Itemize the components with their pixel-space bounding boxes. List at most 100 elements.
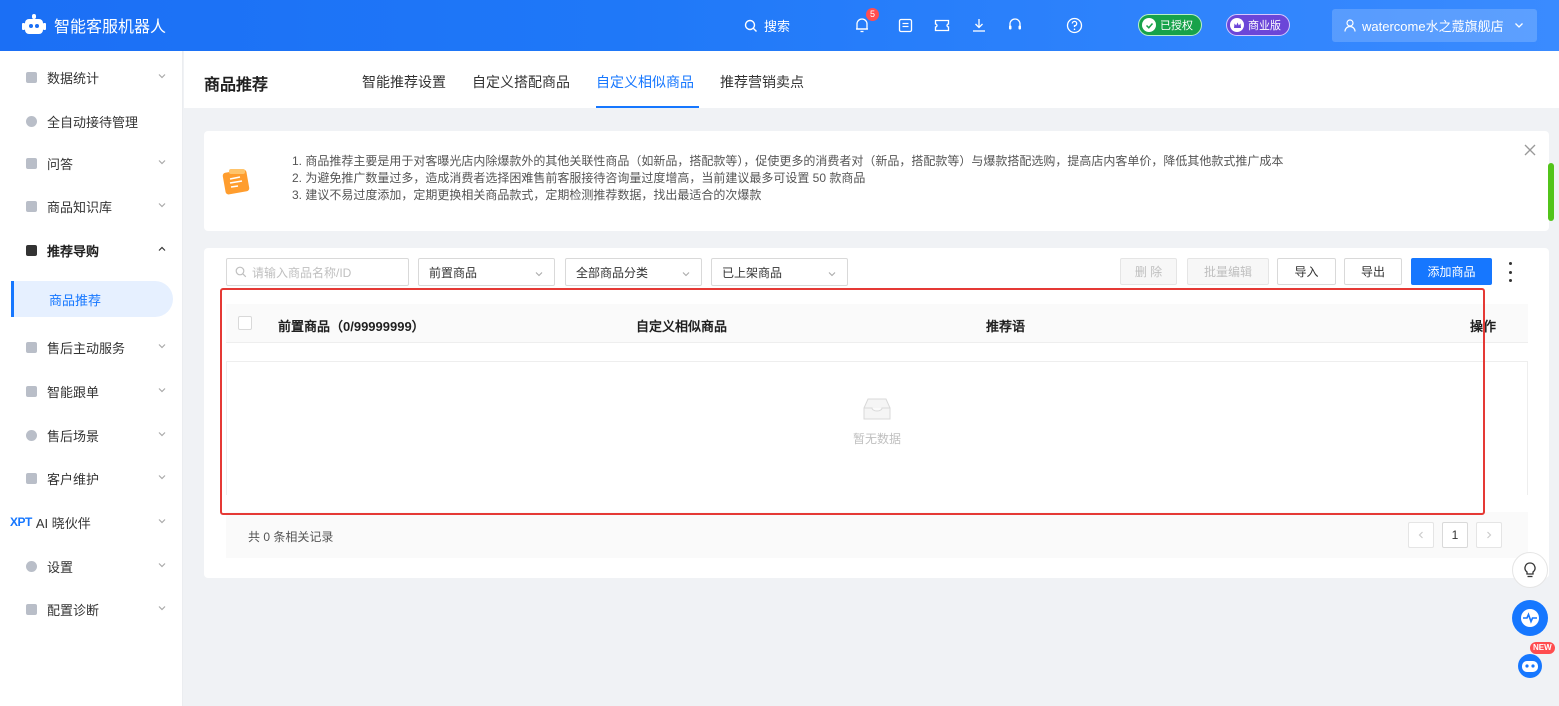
sidebar-item-label: 推荐导购 (47, 243, 100, 259)
sidebar-item-label: 售后主动服务 (47, 340, 126, 356)
sidebar-item-product-kb[interactable]: 商品知识库 (0, 188, 183, 224)
export-button[interactable]: 导出 (1344, 258, 1402, 285)
page-number-button[interactable]: 1 (1442, 522, 1468, 548)
heartbeat-icon (1521, 609, 1539, 627)
add-product-button[interactable]: 添加商品 (1411, 258, 1492, 285)
search-icon (744, 19, 757, 32)
list-icon (898, 18, 912, 32)
sidebar: 数据统计 全自动接待管理 问答 商品知识库 推荐导购 商品推荐 售后主动服务 智… (0, 51, 183, 706)
download-button[interactable] (969, 15, 989, 35)
service-icon (26, 341, 37, 353)
sidebar-item-data-stats[interactable]: 数据统计 (0, 59, 183, 95)
sidebar-item-label: 商品知识库 (47, 199, 113, 215)
sidebar-item-smart-followup[interactable]: 智能跟单 (0, 373, 183, 409)
select-value: 已上架商品 (722, 265, 783, 280)
empty-state: 暂无数据 (227, 396, 1527, 447)
chevron-down-icon (682, 272, 690, 277)
sidebar-item-ai-partner[interactable]: XPT AI 晓伙伴 (0, 504, 183, 540)
empty-text: 暂无数据 (852, 432, 901, 446)
listing-status-select[interactable]: 已上架商品 (711, 258, 848, 286)
table-header: 前置商品（0/99999999） 自定义相似商品 推荐语 操作 (226, 304, 1528, 343)
chevron-down-icon (158, 475, 166, 480)
sidebar-item-qa[interactable]: 问答 (0, 145, 183, 181)
headset-icon (1009, 18, 1021, 30)
more-icon[interactable] (1505, 262, 1515, 282)
sidebar-item-config-diagnosis[interactable]: 配置诊断 (0, 591, 183, 627)
search-icon (235, 266, 247, 278)
chevron-down-icon (158, 344, 166, 349)
help-icon (1066, 17, 1082, 33)
customer-icon (26, 472, 37, 484)
tab-marketing-points[interactable]: 推荐营销卖点 (720, 72, 804, 92)
column-header: 推荐语 (986, 319, 1026, 334)
sidebar-item-customer-care[interactable]: 客户维护 (0, 460, 183, 496)
download-icon (973, 19, 985, 32)
chevron-down-icon (158, 74, 166, 79)
sidebar-item-after-sale-scene[interactable]: 售后场景 (0, 417, 183, 453)
column-header: 自定义相似商品 (636, 319, 728, 334)
authorized-label: 已授权 (1160, 20, 1193, 32)
chevron-left-icon (1418, 531, 1423, 539)
gear-icon (26, 560, 37, 572)
import-button[interactable]: 导入 (1277, 258, 1336, 285)
close-icon[interactable] (1523, 143, 1537, 157)
help-button[interactable] (1064, 15, 1084, 35)
user-menu[interactable]: watercome水之蔻旗舰店 (1332, 9, 1537, 42)
next-page-button[interactable] (1476, 522, 1502, 548)
sidebar-item-label: 售后场景 (47, 428, 100, 444)
delete-button[interactable]: 删 除 (1120, 258, 1177, 285)
ticket-button[interactable] (932, 15, 952, 35)
chevron-up-icon (158, 246, 166, 251)
notification-count-badge: 5 (866, 8, 879, 21)
global-search-button[interactable]: 搜索 (744, 16, 790, 35)
authorized-badge[interactable]: 已授权 (1138, 14, 1202, 36)
tab-smart-recommend-settings[interactable]: 智能推荐设置 (362, 72, 446, 92)
tab-custom-matching[interactable]: 自定义搭配商品 (472, 72, 570, 92)
sidebar-item-label: 配置诊断 (47, 602, 100, 618)
prev-page-button[interactable] (1408, 522, 1434, 548)
info-notice: 1. 商品推荐主要是用于对客曝光店内除爆款外的其他关联性商品（如新品，搭配款等）… (204, 131, 1549, 231)
sidebar-item-label: 智能跟单 (47, 384, 100, 400)
chevron-down-icon (158, 432, 166, 437)
app-title: 智能客服机器人 (54, 19, 167, 36)
product-search-input[interactable]: 请输入商品名称/ID (226, 258, 409, 286)
sidebar-item-settings[interactable]: 设置 (0, 548, 183, 584)
edition-badge[interactable]: 商业版 (1226, 14, 1290, 36)
scrollbar-thumb[interactable] (1548, 163, 1554, 221)
sidebar-item-label: 数据统计 (47, 70, 100, 86)
chevron-down-icon (158, 388, 166, 393)
document-icon (26, 385, 37, 397)
diagnosis-icon (26, 603, 37, 615)
task-list-button[interactable] (895, 15, 915, 35)
chevron-down-icon (1515, 23, 1523, 28)
select-value: 全部商品分类 (576, 265, 649, 280)
sidebar-item-recommend-guide[interactable]: 推荐导购 (0, 232, 183, 268)
search-label: 搜索 (764, 19, 791, 34)
active-tab-indicator (596, 106, 699, 108)
category-select[interactable]: 全部商品分类 (565, 258, 702, 286)
table-body: 暂无数据 (226, 361, 1528, 495)
top-bar: 智能客服机器人 搜索 5 已授权 商业版 watercome水之蔻旗舰店 (0, 0, 1559, 51)
tab-custom-similar[interactable]: 自定义相似商品 (596, 72, 694, 92)
tips-button[interactable] (1512, 552, 1548, 588)
customer-service-button[interactable] (1005, 15, 1025, 35)
sidebar-item-auto-reception[interactable]: 全自动接待管理 (0, 103, 183, 139)
product-panel: 请输入商品名称/ID 前置商品 全部商品分类 已上架商品 删 除 批量编辑 导入… (204, 248, 1549, 578)
select-value: 前置商品 (429, 265, 478, 280)
select-all-checkbox[interactable] (238, 316, 252, 330)
batch-edit-button[interactable]: 批量编辑 (1187, 258, 1269, 285)
robot-logo-icon (22, 14, 46, 36)
app-logo[interactable]: 智能客服机器人 (22, 13, 166, 37)
sidebar-item-label: 问答 (47, 156, 74, 172)
chevron-down-icon (158, 160, 166, 165)
xpt-logo: XPT (10, 515, 32, 529)
sidebar-item-after-sale-service[interactable]: 售后主动服务 (0, 329, 183, 365)
chevron-right-icon (1487, 531, 1492, 539)
sidebar-item-product-recommend[interactable]: 商品推荐 (11, 281, 173, 317)
front-product-select[interactable]: 前置商品 (418, 258, 555, 286)
column-header: 前置商品（0/99999999） (278, 319, 425, 334)
edition-label: 商业版 (1248, 20, 1281, 32)
monitor-button[interactable] (1512, 600, 1548, 636)
sidebar-item-label: 全自动接待管理 (47, 114, 139, 130)
ticket-icon (934, 19, 950, 31)
